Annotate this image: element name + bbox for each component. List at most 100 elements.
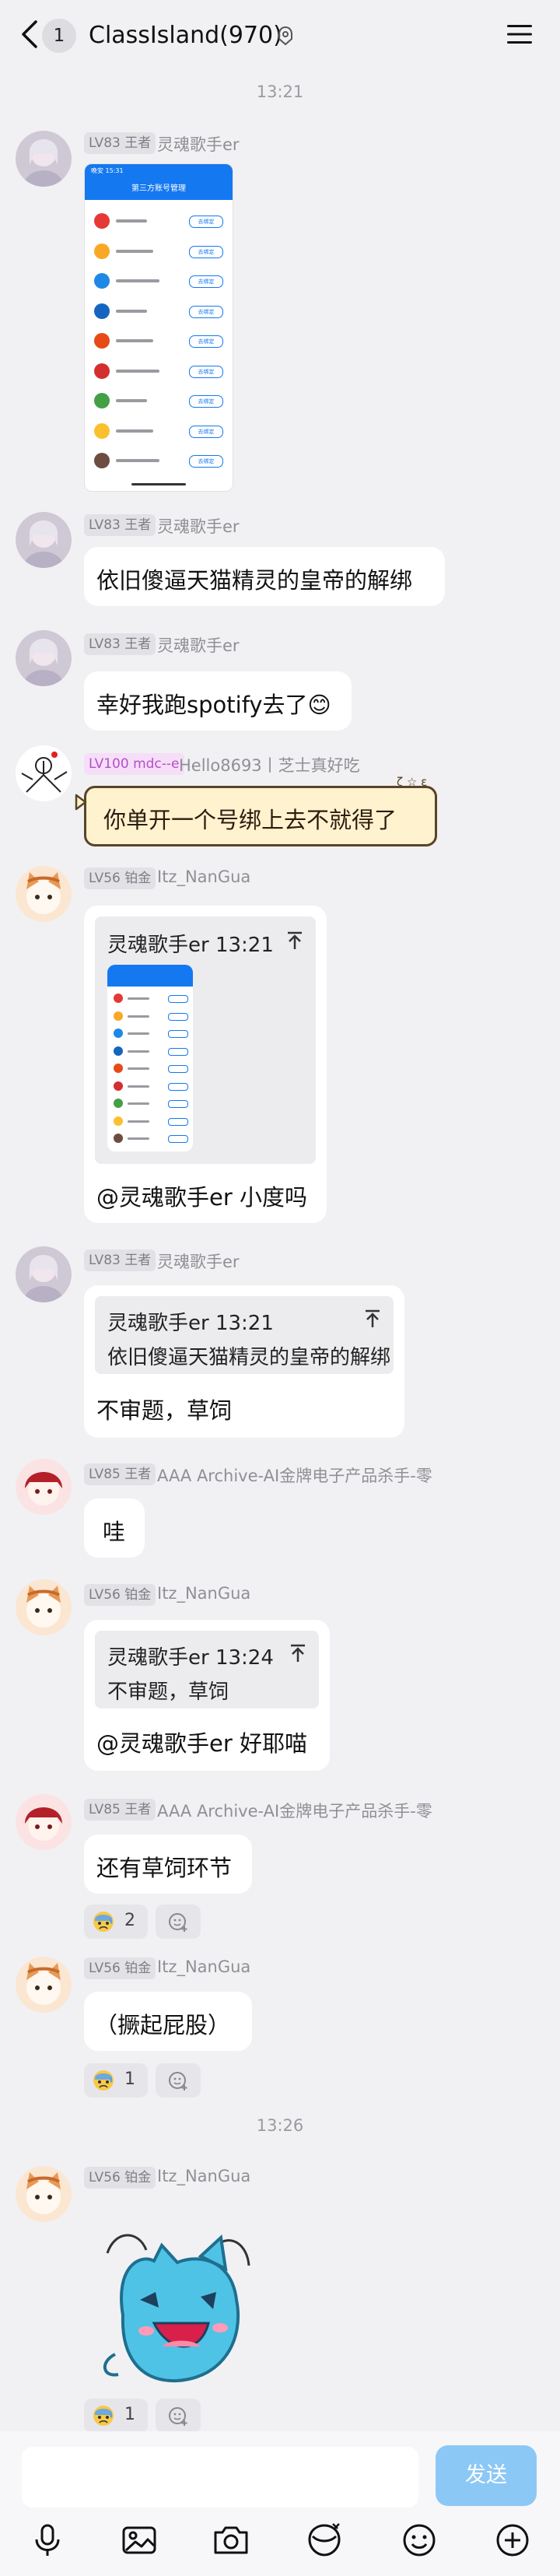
- sender-name[interactable]: Itz_NanGua: [157, 2167, 250, 2185]
- quoted-sender-time: 灵魂歌手er 13:21: [107, 1312, 274, 1335]
- thumbnail-list-row: [107, 1095, 193, 1112]
- app-logo-icon: [114, 1081, 123, 1091]
- cat-sticker-image[interactable]: [84, 2222, 271, 2393]
- sender-name[interactable]: 灵魂歌手er: [157, 1249, 240, 1273]
- app-name-line: [116, 369, 159, 373]
- sender-name[interactable]: Hello8693丨芝士真好吃: [179, 753, 360, 776]
- bind-action-label: 去绑定: [189, 245, 223, 258]
- add-reaction-button[interactable]: [156, 2399, 201, 2433]
- app-logo-icon: [94, 393, 110, 408]
- message-input[interactable]: [22, 2447, 418, 2508]
- app-name-line: [128, 1085, 149, 1088]
- quoted-message[interactable]: 灵魂歌手er 13:21: [95, 916, 316, 1164]
- message-bubble[interactable]: 幸好我跑spotify去了😊: [84, 671, 352, 731]
- avatar[interactable]: [16, 131, 72, 187]
- thumbnail-list-row: [107, 1060, 193, 1077]
- camera-icon[interactable]: [212, 2521, 250, 2560]
- bind-action-label: 去绑定: [189, 335, 223, 348]
- jump-to-message-icon[interactable]: [285, 931, 305, 951]
- screenshot-list-row: 去绑定: [85, 386, 233, 415]
- reaction-count: 2: [124, 1911, 135, 1930]
- avatar[interactable]: [16, 1459, 72, 1515]
- bind-action-pill: [168, 1030, 188, 1038]
- avatar[interactable]: [16, 866, 72, 922]
- app-logo-icon: [94, 363, 110, 379]
- avatar[interactable]: [16, 630, 72, 686]
- home-indicator: [131, 483, 186, 485]
- app-logo-icon: [114, 1046, 123, 1056]
- sender-name[interactable]: AAA Archive-AI金牌电子产品杀手-零: [157, 1799, 432, 1822]
- send-button[interactable]: 发送: [436, 2445, 537, 2506]
- avatar[interactable]: [16, 1794, 72, 1850]
- add-reaction-button[interactable]: [156, 2063, 201, 2098]
- reaction-count: 1: [124, 2070, 135, 2089]
- sender-name[interactable]: 灵魂歌手er: [157, 633, 240, 657]
- app-name-line: [128, 1067, 149, 1070]
- reaction-chip[interactable]: 2: [84, 1905, 148, 1939]
- avatar[interactable]: [16, 2166, 72, 2222]
- reaction-count: 1: [124, 2405, 135, 2424]
- sender-name[interactable]: Itz_NanGua: [157, 1957, 250, 1976]
- thumbnail-list-row: [107, 1130, 193, 1147]
- message-text: @灵魂歌手er 好耶喵: [96, 1730, 307, 1757]
- app-name-line: [128, 1137, 149, 1140]
- chat-title[interactable]: ClassIsland(970): [89, 22, 282, 49]
- quoted-image-thumbnail[interactable]: [107, 965, 193, 1151]
- app-name-line: [116, 429, 153, 433]
- microphone-icon[interactable]: [28, 2521, 67, 2560]
- avatar[interactable]: [16, 1579, 72, 1635]
- bind-action-pill: [168, 1100, 188, 1108]
- quoted-message[interactable]: 灵魂歌手er 13:24 不审题，草饲: [95, 1631, 319, 1709]
- unread-count-badge[interactable]: 1: [42, 19, 76, 53]
- app-name-line: [128, 1102, 149, 1105]
- avatar[interactable]: [16, 1246, 72, 1302]
- message-bubble[interactable]: 灵魂歌手er 13:21 依旧傻逼天猫精灵的皇帝的解绑 不审题，草饲: [84, 1285, 404, 1438]
- avatar[interactable]: [16, 512, 72, 568]
- reaction-chip[interactable]: 1: [84, 2399, 148, 2433]
- quoted-message[interactable]: 灵魂歌手er 13:21 依旧傻逼天猫精灵的皇帝的解绑: [95, 1296, 394, 1374]
- quoted-sender-time: 灵魂歌手er 13:24: [107, 1646, 274, 1670]
- plus-more-icon[interactable]: [493, 2521, 532, 2560]
- sender-name[interactable]: Itz_NanGua: [157, 1584, 250, 1603]
- message-bubble[interactable]: 还有草饲环节: [84, 1835, 252, 1894]
- message-bubble[interactable]: 灵魂歌手er 13:24 不审题，草饲 @灵魂歌手er 好耶喵: [84, 1620, 330, 1771]
- sender-name[interactable]: AAA Archive-AI金牌电子产品杀手-零: [157, 1463, 432, 1487]
- sender-name[interactable]: 灵魂歌手er: [157, 514, 240, 538]
- screenshot-header: 晚安 15:31 第三方账号管理: [85, 164, 233, 200]
- top-bar: 1 ClassIsland(970): [0, 0, 560, 70]
- sender-name[interactable]: Itz_NanGua: [157, 867, 250, 886]
- sender-name[interactable]: 灵魂歌手er: [157, 132, 240, 156]
- avatar[interactable]: [16, 745, 72, 801]
- message-bubble[interactable]: 依旧傻逼天猫精灵的皇帝的解绑: [84, 547, 445, 606]
- message-text: 还有草饲环节: [96, 1855, 233, 1881]
- reaction-chip[interactable]: 1: [84, 2063, 148, 2098]
- bind-action-pill: [168, 1047, 188, 1056]
- menu-icon[interactable]: [506, 22, 534, 47]
- app-logo-icon: [94, 422, 110, 439]
- timestamp: 13:26: [256, 2116, 304, 2135]
- emoji-icon[interactable]: [400, 2521, 439, 2560]
- bind-action-pill: [168, 1065, 188, 1073]
- bind-action-pill: [168, 1135, 188, 1143]
- message-bubble[interactable]: 灵魂歌手er 13:21 @灵魂歌手er 小度吗: [84, 906, 327, 1223]
- app-name-line: [128, 1050, 149, 1053]
- screenshot-list-row: 去绑定: [85, 326, 233, 356]
- add-reaction-icon: [169, 2072, 187, 2091]
- shared-screenshot-image[interactable]: 晚安 15:31 第三方账号管理 去绑定 去绑定 去绑定 去绑定 去绑定 去绑定 去绑定 去绑…: [84, 163, 233, 492]
- bubble-decoration-sticker: ζ ☆ ε: [397, 775, 428, 789]
- message-bubble[interactable]: 你单开一个号绑上去不就得了: [84, 786, 437, 846]
- bind-action-pill: [168, 1082, 188, 1091]
- red-packet-icon[interactable]: [305, 2521, 344, 2560]
- thumbnail-list-row: [107, 1008, 193, 1025]
- image-icon[interactable]: [120, 2521, 159, 2560]
- anxious-face-emoji-icon: [93, 2070, 114, 2091]
- app-logo-icon: [114, 994, 123, 1003]
- thumbnail-list-row: [107, 1078, 193, 1095]
- jump-to-message-icon[interactable]: [288, 1643, 308, 1663]
- message-bubble[interactable]: 哇: [84, 1498, 145, 1558]
- jump-to-message-icon[interactable]: [362, 1309, 383, 1329]
- bind-action-label: 去绑定: [189, 455, 223, 468]
- add-reaction-button[interactable]: [156, 1905, 201, 1939]
- message-bubble[interactable]: （撅起屁股）: [84, 1992, 252, 2051]
- avatar[interactable]: [16, 1957, 72, 2013]
